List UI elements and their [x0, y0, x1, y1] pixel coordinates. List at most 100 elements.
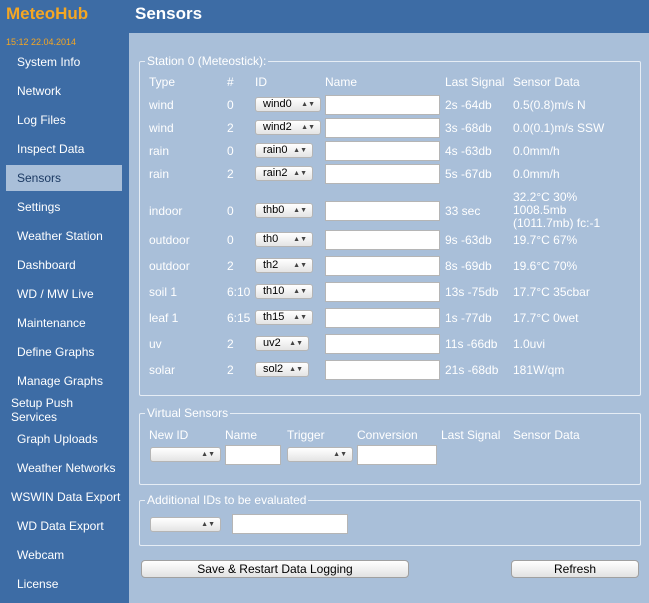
- page-title: Sensors: [135, 4, 203, 23]
- refresh-button[interactable]: Refresh: [511, 560, 639, 578]
- sensor-id-value: sol2: [263, 363, 284, 375]
- virtual-header-last-signal: Last Signal: [441, 428, 501, 442]
- sensor-type: wind: [149, 98, 174, 112]
- sidebar-item-label: Maintenance: [17, 316, 86, 330]
- sidebar-item-define-graphs[interactable]: Define Graphs: [6, 339, 122, 365]
- sidebar-item-sensors[interactable]: Sensors: [6, 165, 122, 191]
- sidebar-item-wswin-data-export[interactable]: WSWIN Data Export: [6, 484, 122, 510]
- updown-arrows-icon: ▲▼: [201, 451, 215, 458]
- sensor-id-select[interactable]: sol2 ▲▼: [255, 362, 309, 377]
- sidebar-item-license[interactable]: License: [6, 571, 122, 597]
- sidebar-item-label: WSWIN Data Export: [11, 490, 121, 504]
- sensor-last-signal: 5s -67db: [445, 167, 492, 181]
- sidebar-item-inspect-data[interactable]: Inspect Data: [6, 136, 122, 162]
- sensor-name-input[interactable]: [325, 141, 440, 161]
- updown-arrows-icon: ▲▼: [289, 366, 303, 373]
- virtual-header-new-id: New ID: [149, 428, 189, 442]
- sensor-data: 181W/qm: [513, 363, 565, 377]
- sensor-id-select[interactable]: th2 ▲▼: [255, 258, 313, 273]
- sidebar-item-label: Setup Push Services: [11, 396, 74, 424]
- sidebar-item-setup-push-services[interactable]: Setup Push Services: [6, 396, 122, 424]
- additional-ids-input[interactable]: [232, 514, 348, 534]
- sensor-id-value: thb0: [263, 204, 285, 216]
- sidebar-item-graph-uploads[interactable]: Graph Uploads: [6, 426, 122, 452]
- sidebar-item-log-files[interactable]: Log Files: [6, 107, 122, 133]
- updown-arrows-icon: ▲▼: [301, 124, 315, 131]
- updown-arrows-icon: ▲▼: [301, 101, 315, 108]
- sensor-id-value: th10: [263, 285, 285, 297]
- page-header: Sensors: [129, 0, 649, 33]
- virtual-conversion-input[interactable]: [357, 445, 437, 465]
- sensor-id-value: uv2: [263, 337, 281, 349]
- sensor-name-input[interactable]: [325, 256, 440, 276]
- sidebar-item-manage-graphs[interactable]: Manage Graphs: [6, 368, 122, 394]
- sensor-name-input[interactable]: [325, 334, 440, 354]
- sensor-name-input[interactable]: [325, 230, 440, 250]
- sensor-last-signal: 3s -68db: [445, 121, 492, 135]
- sensor-id-select[interactable]: uv2 ▲▼: [255, 336, 309, 351]
- sidebar-item-label: Weather Station: [17, 229, 103, 243]
- sensor-id-select[interactable]: th0 ▲▼: [255, 232, 313, 247]
- sidebar-item-label: Sensors: [17, 171, 62, 185]
- sensor-id-value: wind2: [263, 121, 292, 133]
- sensor-name-input[interactable]: [325, 282, 440, 302]
- sensor-name-input[interactable]: [325, 164, 440, 184]
- sensor-id-select[interactable]: wind0 ▲▼: [255, 97, 321, 112]
- app-logo: MeteoHub: [6, 4, 89, 23]
- updown-arrows-icon: ▲▼: [293, 288, 307, 295]
- sidebar: MeteoHub 15:12 22.04.2014 System Info Net…: [0, 0, 129, 603]
- sensor-id-select[interactable]: rain2 ▲▼: [255, 166, 313, 181]
- sensor-number: 0: [227, 144, 234, 158]
- sidebar-item-weather-networks[interactable]: Weather Networks: [6, 455, 122, 481]
- sidebar-item-label: Inspect Data: [17, 142, 85, 156]
- sensor-id-select[interactable]: thb0 ▲▼: [255, 203, 313, 218]
- sensor-name-input[interactable]: [325, 201, 440, 221]
- sensor-data: 17.7°C 0wet: [513, 311, 579, 325]
- sidebar-item-network[interactable]: Network: [6, 78, 122, 104]
- virtual-name-input[interactable]: [225, 445, 281, 465]
- col-header-last-signal: Last Signal: [445, 75, 505, 89]
- sensor-last-signal: 13s -75db: [445, 285, 499, 299]
- sensor-data: 1.0uvi: [513, 337, 546, 351]
- sensor-data: 0.0mm/h: [513, 167, 560, 181]
- station-legend: Station 0 (Meteostick):: [145, 54, 269, 68]
- sensor-name-input[interactable]: [325, 360, 440, 380]
- virtual-header-name: Name: [225, 428, 258, 442]
- sidebar-item-dashboard[interactable]: Dashboard: [6, 252, 122, 278]
- sidebar-item-maintenance[interactable]: Maintenance: [6, 310, 122, 336]
- sensor-id-value: th2: [263, 259, 279, 271]
- col-header-name: Name: [325, 75, 358, 89]
- additional-ids-legend: Additional IDs to be evaluated: [145, 493, 309, 507]
- sidebar-item-label: Define Graphs: [17, 345, 95, 359]
- sensor-type: outdoor: [149, 233, 190, 247]
- sensor-type: outdoor: [149, 259, 190, 273]
- sensor-id-value: th15: [263, 311, 285, 323]
- virtual-new-id-select[interactable]: ▲▼: [150, 447, 221, 462]
- sidebar-item-label: Manage Graphs: [17, 374, 104, 388]
- sensor-data: 0.0(0.1)m/s SSW: [513, 121, 605, 135]
- sensor-data: 19.6°C 70%: [513, 259, 578, 273]
- sensor-name-input[interactable]: [325, 95, 440, 115]
- save-restart-button[interactable]: Save & Restart Data Logging: [141, 560, 409, 578]
- sensor-id-select[interactable]: rain0 ▲▼: [255, 143, 313, 158]
- sidebar-item-wd-mw-live[interactable]: WD / MW Live: [6, 281, 122, 307]
- sidebar-item-settings[interactable]: Settings: [6, 194, 122, 220]
- sensor-id-select[interactable]: wind2 ▲▼: [255, 120, 321, 135]
- sensor-id-select[interactable]: th15 ▲▼: [255, 310, 313, 325]
- sensor-id-select[interactable]: th10 ▲▼: [255, 284, 313, 299]
- updown-arrows-icon: ▲▼: [293, 314, 307, 321]
- sensor-type: wind: [149, 121, 174, 135]
- sidebar-item-wd-data-export[interactable]: WD Data Export: [6, 513, 122, 539]
- sidebar-item-system-info[interactable]: System Info: [6, 49, 122, 75]
- sensor-type: uv: [149, 337, 162, 351]
- additional-ids-select[interactable]: ▲▼: [150, 517, 221, 532]
- sidebar-item-label: WD / MW Live: [17, 287, 94, 301]
- sidebar-item-weather-station[interactable]: Weather Station: [6, 223, 122, 249]
- sensor-name-input[interactable]: [325, 308, 440, 328]
- sensor-number: 2: [227, 167, 234, 181]
- sensor-last-signal: 21s -68db: [445, 363, 499, 377]
- sensor-last-signal: 9s -63db: [445, 233, 492, 247]
- sensor-name-input[interactable]: [325, 118, 440, 138]
- sidebar-item-webcam[interactable]: Webcam: [6, 542, 122, 568]
- virtual-trigger-select[interactable]: ▲▼: [287, 447, 353, 462]
